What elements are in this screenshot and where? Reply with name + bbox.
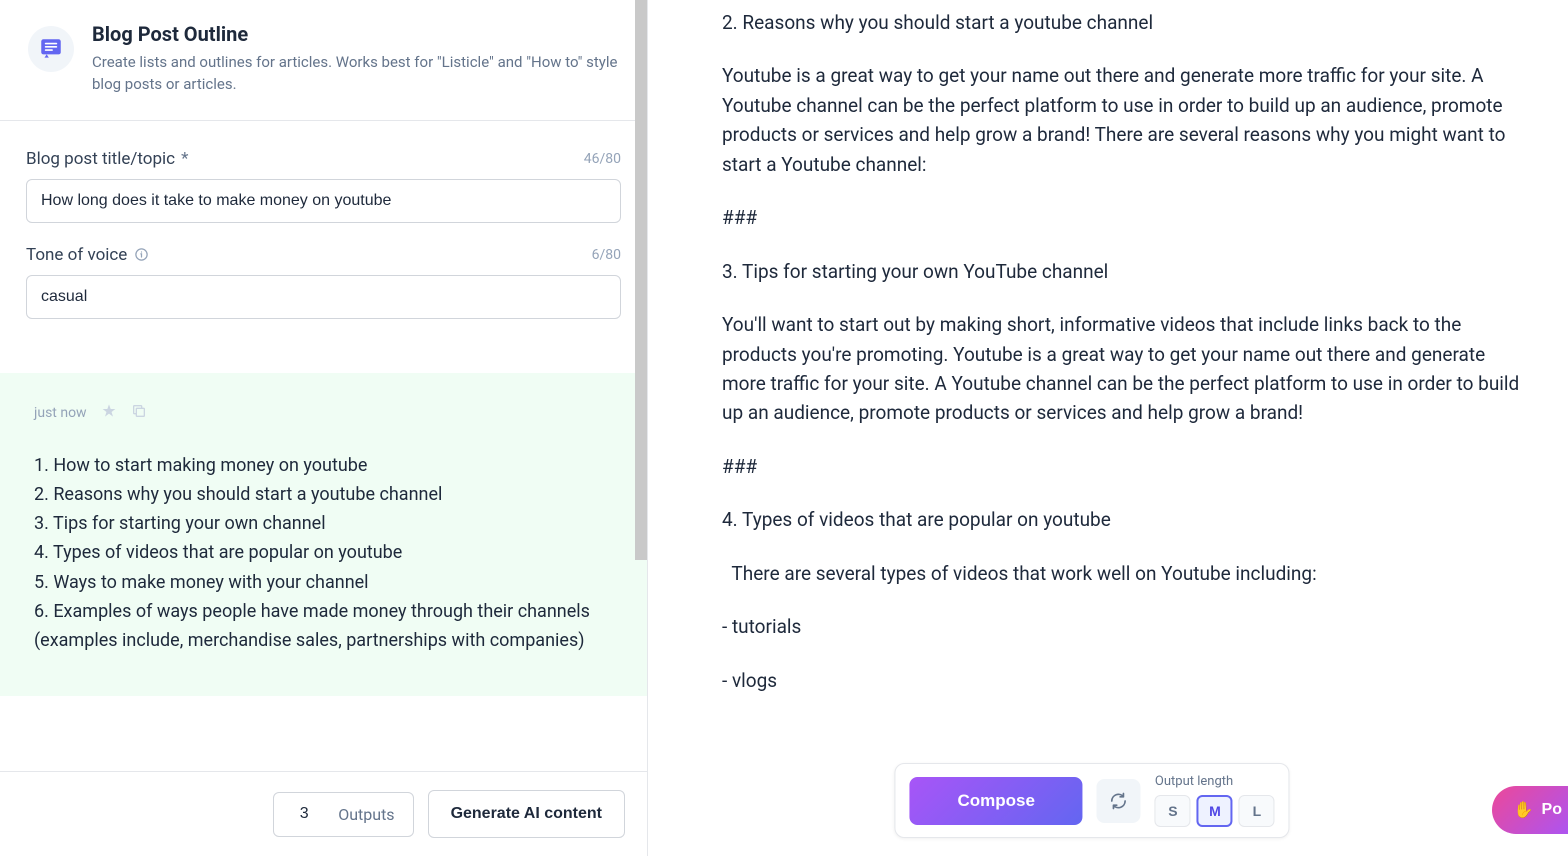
copy-icon[interactable] bbox=[131, 403, 147, 423]
editor-panel[interactable]: 2. Reasons why you should start a youtub… bbox=[648, 0, 1568, 856]
content-paragraph: There are several types of videos that w… bbox=[722, 559, 1520, 588]
template-header: Blog Post Outline Create lists and outli… bbox=[0, 0, 647, 121]
template-title: Blog Post Outline bbox=[92, 22, 619, 46]
content-separator: ### bbox=[722, 452, 1520, 481]
template-description: Create lists and outlines for articles. … bbox=[92, 52, 619, 96]
result-item: 4. Types of videos that are popular on y… bbox=[34, 538, 613, 567]
content-heading: 2. Reasons why you should start a youtub… bbox=[722, 8, 1520, 37]
topic-char-count: 46/80 bbox=[584, 151, 621, 167]
outputs-label: Outputs bbox=[334, 793, 412, 836]
required-indicator: * bbox=[181, 149, 188, 169]
content-heading: 3. Tips for starting your own YouTube ch… bbox=[722, 257, 1520, 286]
content-paragraph: Youtube is a great way to get your name … bbox=[722, 61, 1520, 179]
content-list-item: - vlogs bbox=[722, 666, 1520, 695]
result-item: 1. How to start making money on youtube bbox=[34, 451, 613, 480]
tone-char-count: 6/80 bbox=[592, 247, 621, 263]
outputs-count-input[interactable] bbox=[274, 793, 334, 835]
output-length-label: Output length bbox=[1155, 774, 1275, 789]
length-small-button[interactable]: S bbox=[1155, 795, 1191, 827]
compose-bar: Compose Output length S M L bbox=[894, 763, 1289, 838]
generate-button[interactable]: Generate AI content bbox=[428, 790, 625, 838]
tone-label: Tone of voice bbox=[26, 245, 149, 265]
outline-icon bbox=[28, 26, 74, 72]
result-item: 2. Reasons why you should start a youtub… bbox=[34, 480, 613, 509]
compose-button[interactable]: Compose bbox=[909, 777, 1082, 825]
star-icon[interactable] bbox=[101, 403, 117, 423]
power-mode-button[interactable]: ✋ Po bbox=[1492, 786, 1568, 834]
length-large-button[interactable]: L bbox=[1239, 795, 1275, 827]
result-card: just now 1. How to start making money on… bbox=[0, 373, 647, 696]
info-icon[interactable] bbox=[133, 247, 149, 263]
result-item: 3. Tips for starting your own channel bbox=[34, 509, 613, 538]
content-separator: ### bbox=[722, 203, 1520, 232]
tone-input[interactable] bbox=[26, 275, 621, 319]
bottom-bar: Outputs Generate AI content bbox=[0, 771, 647, 856]
content-heading: 4. Types of videos that are popular on y… bbox=[722, 505, 1520, 534]
length-medium-button[interactable]: M bbox=[1197, 795, 1233, 827]
hand-icon: ✋ bbox=[1514, 800, 1534, 820]
result-item: 6. Examples of ways people have made mon… bbox=[34, 597, 613, 656]
topic-label: Blog post title/topic * bbox=[26, 149, 188, 169]
content-list-item: - tutorials bbox=[722, 612, 1520, 641]
result-timestamp: just now bbox=[34, 405, 87, 421]
result-item: 5. Ways to make money with your channel bbox=[34, 568, 613, 597]
outputs-selector[interactable]: Outputs bbox=[273, 792, 413, 837]
refresh-button[interactable] bbox=[1097, 779, 1141, 823]
scrollbar[interactable] bbox=[635, 0, 647, 560]
content-paragraph: You'll want to start out by making short… bbox=[722, 310, 1520, 428]
topic-input[interactable] bbox=[26, 179, 621, 223]
